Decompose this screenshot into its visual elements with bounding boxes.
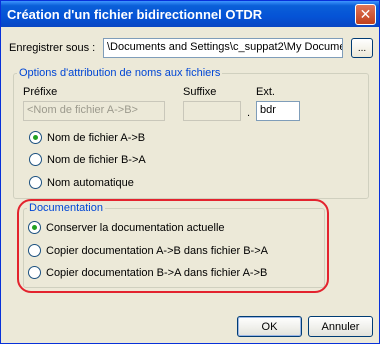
- highlight-annotation: [17, 199, 329, 293]
- browse-button[interactable]: ...: [351, 38, 373, 58]
- radio-automatic-name[interactable]: Nom automatique: [29, 176, 134, 189]
- ext-dot: .: [247, 107, 251, 119]
- radio-button-checked[interactable]: [29, 131, 42, 144]
- close-button[interactable]: ✕: [355, 4, 376, 25]
- cancel-button[interactable]: Annuler: [308, 316, 373, 337]
- ok-button[interactable]: OK: [237, 316, 302, 337]
- prefix-field[interactable]: <Nom de fichier A->B>: [23, 101, 165, 121]
- extension-field[interactable]: bdr: [256, 101, 300, 121]
- close-icon: ✕: [359, 6, 372, 22]
- radio-label: Nom automatique: [47, 176, 134, 189]
- radio-button[interactable]: [29, 176, 42, 189]
- save-path-field[interactable]: \Documents and Settings\c_suppat2\My Doc…: [103, 38, 343, 58]
- window-title: Création d'un fichier bidirectionnel OTD…: [7, 7, 263, 22]
- prefix-label: Préfixe: [23, 86, 58, 98]
- radio-name-b-to-a[interactable]: Nom de fichier B->A: [29, 153, 146, 166]
- ext-label: Ext.: [256, 86, 275, 98]
- naming-options-legend: Options d'attribution de noms aux fichie…: [17, 67, 223, 79]
- radio-label: Nom de fichier B->A: [47, 153, 146, 166]
- radio-button[interactable]: [29, 153, 42, 166]
- radio-name-a-to-b[interactable]: Nom de fichier A->B: [29, 131, 145, 144]
- radio-label: Nom de fichier A->B: [47, 131, 146, 144]
- save-as-label: Enregistrer sous :: [9, 42, 96, 54]
- suffix-label: Suffixe: [183, 86, 217, 98]
- title-bar[interactable]: Création d'un fichier bidirectionnel OTD…: [1, 1, 379, 27]
- dialog-window: Création d'un fichier bidirectionnel OTD…: [0, 0, 380, 344]
- suffix-field[interactable]: [183, 101, 241, 121]
